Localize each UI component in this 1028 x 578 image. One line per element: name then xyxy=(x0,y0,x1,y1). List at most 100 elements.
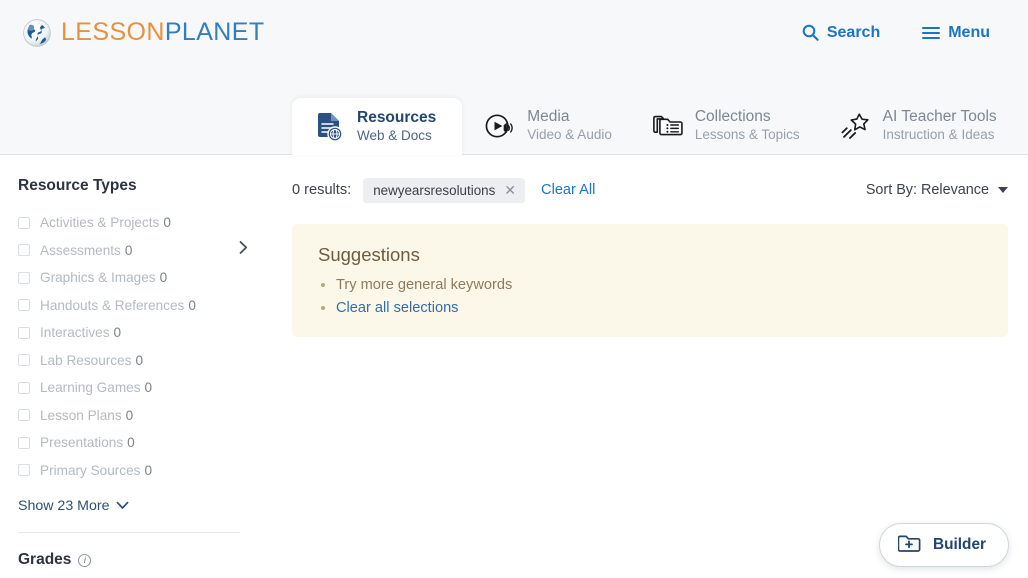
checkbox[interactable] xyxy=(18,299,30,312)
search-button[interactable]: Search xyxy=(798,18,884,48)
clear-all-selections-link[interactable]: Clear all selections xyxy=(336,300,458,316)
facet-presentations[interactable]: Presentations 0 xyxy=(18,429,262,457)
suggestions-panel: Suggestions Try more general keywords Cl… xyxy=(292,224,1008,337)
results-toolbar: 0 results: newyearsresolutions ✕ Clear A… xyxy=(292,177,1008,203)
resource-types-heading: Resource Types xyxy=(18,177,137,194)
info-icon[interactable]: i xyxy=(78,553,92,567)
search-icon xyxy=(802,24,819,41)
tab-ai-teacher-tools-label: AI Teacher Tools xyxy=(882,108,997,126)
facet-primary-sources[interactable]: Primary Sources 0 xyxy=(18,457,262,485)
checkbox[interactable] xyxy=(18,436,30,449)
checkbox[interactable] xyxy=(18,409,30,422)
facet-learning-games[interactable]: Learning Games 0 xyxy=(18,374,262,402)
facet-activities-projects[interactable]: Activities & Projects 0 xyxy=(18,209,262,237)
caret-down-icon xyxy=(998,187,1008,193)
logo-planet-text: PLANET xyxy=(164,18,265,46)
filters-sidebar: Resource Types Activities & Projects 0 A… xyxy=(0,155,262,578)
tab-ai-teacher-tools-text: AI Teacher Tools Instruction & Ideas xyxy=(883,108,997,142)
checkbox[interactable] xyxy=(18,381,30,394)
facet-count: 0 xyxy=(188,297,196,313)
facet-handouts-references[interactable]: Handouts & References 0 xyxy=(18,292,262,320)
checkbox[interactable] xyxy=(18,271,30,284)
facet-label: Assessments xyxy=(40,242,121,258)
folder-list-icon xyxy=(652,110,683,142)
list-item[interactable]: Clear all selections xyxy=(336,297,982,320)
logo-lesson-text: LESSON xyxy=(61,18,165,46)
facet-lab-resources[interactable]: Lab Resources 0 xyxy=(18,347,262,375)
tab-ai-teacher-tools-sublabel: Instruction & Ideas xyxy=(882,127,995,143)
tab-collections[interactable]: Collections Lessons & Topics xyxy=(630,97,818,154)
checkbox[interactable] xyxy=(18,464,30,477)
facet-assessments[interactable]: Assessments 0 xyxy=(18,237,262,265)
facet-label: Primary Sources xyxy=(40,462,141,478)
magic-star-icon xyxy=(840,110,870,142)
facet-count: 0 xyxy=(144,462,153,478)
menu-button-label: Menu xyxy=(948,23,990,41)
facet-label: Interactives xyxy=(40,325,110,341)
show-more-resource-types-button[interactable]: Show 23 More xyxy=(18,498,262,514)
search-button-label: Search xyxy=(826,23,881,41)
facet-count: 0 xyxy=(135,352,143,368)
tab-media-text: Media Video & Audio xyxy=(527,108,612,142)
facet-interactives[interactable]: Interactives 0 xyxy=(18,319,262,347)
tab-media-sublabel: Video & Audio xyxy=(527,127,612,143)
site-header: LESSONPLANET Search Menu xyxy=(0,0,1028,65)
active-filter-chip[interactable]: newyearsresolutions ✕ xyxy=(363,177,526,203)
facet-label: Lesson Plans xyxy=(40,407,122,423)
facet-count: 0 xyxy=(124,242,133,258)
facet-count: 0 xyxy=(163,215,171,231)
tab-ai-teacher-tools[interactable]: AI Teacher Tools Instruction & Ideas xyxy=(818,97,1015,154)
sidebar-divider xyxy=(18,532,240,533)
suggestions-list: Try more general keywords Clear all sele… xyxy=(318,274,982,320)
sort-by-label: Sort By: Relevance xyxy=(865,182,989,198)
search-type-tabs: Resources Web & Docs Media Video & Audio xyxy=(0,65,1028,155)
facet-label: Handouts & References xyxy=(40,297,185,313)
tab-media[interactable]: Media Video & Audio xyxy=(462,97,630,154)
grades-heading: Grades i xyxy=(18,551,262,569)
folder-plus-icon xyxy=(897,533,921,558)
facet-graphics-images[interactable]: Graphics & Images 0 xyxy=(18,264,262,292)
suggestions-title: Suggestions xyxy=(318,244,420,265)
tab-media-label: Media xyxy=(527,108,570,126)
tab-collections-label: Collections xyxy=(694,108,771,126)
tab-collections-sublabel: Lessons & Topics xyxy=(694,127,800,143)
facet-label: Graphics & Images xyxy=(40,270,156,286)
close-icon[interactable]: ✕ xyxy=(504,183,516,197)
grades-heading-label: Grades xyxy=(18,551,72,568)
header-actions: Search Menu xyxy=(798,18,1008,48)
globe-icon xyxy=(22,18,52,48)
page-body: Resource Types Activities & Projects 0 A… xyxy=(0,155,1028,578)
tab-collections-text: Collections Lessons & Topics xyxy=(695,108,800,142)
play-audio-icon xyxy=(484,110,514,142)
facet-count: 0 xyxy=(159,270,168,286)
tab-resources-label: Resources xyxy=(357,109,437,127)
facet-count: 0 xyxy=(127,435,135,451)
document-globe-icon xyxy=(314,111,344,143)
search-results-main: 0 results: newyearsresolutions ✕ Clear A… xyxy=(262,155,1028,578)
facet-count: 0 xyxy=(125,407,134,423)
show-more-label: Show 23 More xyxy=(18,498,110,514)
builder-button[interactable]: Builder xyxy=(878,523,1009,567)
tab-resources[interactable]: Resources Web & Docs xyxy=(292,98,463,155)
facet-label: Lab Resources xyxy=(40,352,132,368)
facet-label: Learning Games xyxy=(40,380,141,396)
checkbox[interactable] xyxy=(18,244,30,257)
menu-button[interactable]: Menu xyxy=(918,18,994,48)
hamburger-menu-icon xyxy=(922,26,941,40)
suggestion-text: Try more general keywords xyxy=(336,277,513,293)
facet-count: 0 xyxy=(113,325,122,341)
builder-button-label: Builder xyxy=(932,536,986,553)
chevron-right-icon[interactable] xyxy=(239,241,248,260)
facet-label: Activities & Projects xyxy=(40,215,160,231)
checkbox[interactable] xyxy=(18,326,30,339)
facet-count: 0 xyxy=(144,380,153,396)
checkbox[interactable] xyxy=(18,354,30,367)
list-item: Try more general keywords xyxy=(336,274,982,297)
sort-by-dropdown[interactable]: Sort By: Relevance xyxy=(866,182,1008,198)
tab-resources-sublabel: Web & Docs xyxy=(357,128,432,144)
tab-resources-text: Resources Web & Docs xyxy=(357,109,436,143)
clear-all-button[interactable]: Clear All xyxy=(541,182,595,198)
checkbox[interactable] xyxy=(18,216,30,229)
logo-home-link[interactable]: LESSONPLANET xyxy=(22,18,265,48)
facet-lesson-plans[interactable]: Lesson Plans 0 xyxy=(18,402,262,430)
